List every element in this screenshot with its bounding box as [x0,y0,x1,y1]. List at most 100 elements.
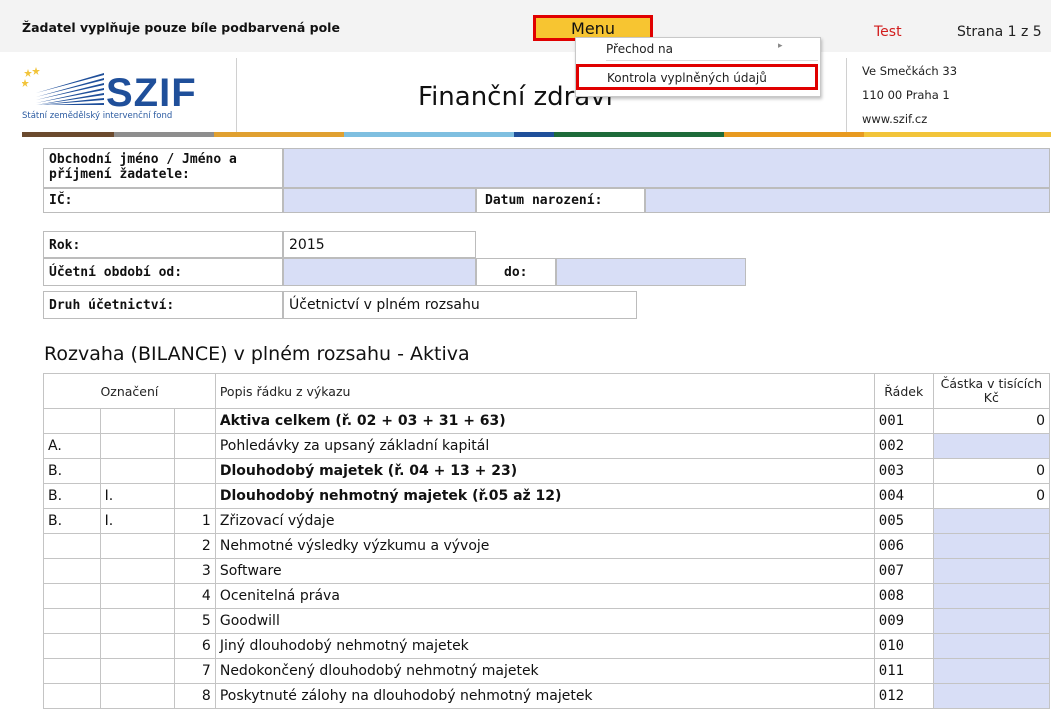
row-number: 005 [873,508,934,534]
type-label: Druh účetnictví: [49,298,175,313]
oznaceni-b [99,558,176,584]
menu-item-kontrola[interactable]: Kontrola vyplněných údajů [576,64,818,90]
page-indicator: Strana 1 z 5 [957,24,1042,40]
oznaceni-a [43,683,101,709]
amount-input[interactable] [932,683,1051,709]
oznaceni-a [43,633,101,659]
top-bar: Žadatel vyplňuje pouze bíle podbarvená p… [0,0,1051,52]
row-description: Software [214,558,875,584]
oznaceni-b [99,633,176,659]
header-castka: Částka v tisících Kč [932,373,1051,409]
oznaceni-c: 7 [174,658,216,684]
row-description: Pohledávky za upsaný základní kapitál [214,433,875,459]
row-description: Goodwill [214,608,875,634]
oznaceni-a [43,583,101,609]
oznaceni-a: B. [43,483,101,509]
row-description: Zřizovací výdaje [214,508,875,534]
amount-input[interactable] [932,533,1051,559]
stripe-segment [214,132,344,137]
row-number: 001 [873,408,934,434]
table-row: 4 Ocenitelná práva 008 [43,583,1051,609]
amount-input[interactable] [932,558,1051,584]
row-description: Poskytnuté zálohy na dlouhodobý nehmotný… [214,683,875,709]
amount-value: 0 [932,483,1051,509]
amount-input[interactable] [932,633,1051,659]
oznaceni-b [99,458,176,484]
table-row: B. I. 1 Zřizovací výdaje 005 [43,508,1051,534]
birth-label: Datum narození: [485,193,603,208]
amount-value: 0 [932,408,1051,434]
oznaceni-c [174,458,216,484]
submenu-arrow-icon: ▸ [778,41,783,51]
stripe-segment [114,132,214,137]
oznaceni-b [99,533,176,559]
row-number: 008 [873,583,934,609]
accounting-type-value[interactable]: Účetnictví v plném rozsahu [283,291,637,319]
header-radek: Řádek [873,373,934,409]
header-oznaceni: Označení [43,373,216,409]
szif-logo: SZIF Státní zemědělský intervenční fond [22,63,242,131]
row-number: 009 [873,608,934,634]
amount-input[interactable] [932,658,1051,684]
oznaceni-b [99,683,176,709]
table-row: 7 Nedokončený dlouhodobý nehmotný majetek… [43,658,1051,684]
oznaceni-a: B. [43,508,101,534]
oznaceni-b [99,433,176,459]
stripe-segment [514,132,554,137]
oznaceni-c: 4 [174,583,216,609]
row-description: Nedokončený dlouhodobý nehmotný majetek [214,658,875,684]
table-row: 6 Jiný dlouhodobý nehmotný majetek 010 [43,633,1051,659]
row-description: Aktiva celkem (ř. 02 + 03 + 31 + 63) [214,408,875,434]
name-label: Obchodní jméno / Jméno a příjmení žadate… [49,152,237,182]
year-label: Rok: [49,238,81,253]
year-value: 2015 [283,231,476,258]
address-street: Ve Smečkách 33 [862,64,958,78]
name-field[interactable] [283,148,1050,188]
row-number: 003 [873,458,934,484]
header-divider [236,58,237,132]
amount-input[interactable] [932,433,1051,459]
section-title: Rozvaha (BILANCE) v plném rozsahu - Akti… [44,343,470,365]
logo-subtitle: Státní zemědělský intervenční fond [22,111,173,121]
table-row: 2 Nehmotné výsledky výzkumu a vývoje 006 [43,533,1051,559]
oznaceni-c: 1 [174,508,216,534]
row-description: Dlouhodobý nehmotný majetek (ř.05 až 12) [214,483,875,509]
table-header-row: Označení Popis řádku z výkazu Řádek Část… [43,373,1051,409]
test-label: Test [874,24,902,40]
stripe-segment [344,132,514,137]
menu-separator [606,60,818,61]
oznaceni-a [43,408,101,434]
ic-label-cell: IČ: [43,188,283,213]
table-row: 5 Goodwill 009 [43,608,1051,634]
header-divider [846,58,847,132]
birth-date-field[interactable] [645,188,1050,213]
address-city: 110 00 Praha 1 [862,88,950,102]
oznaceni-c: 2 [174,533,216,559]
from-label-cell: Účetní období od: [43,258,283,286]
row-number: 012 [873,683,934,709]
logo-text: SZIF [106,71,197,115]
oznaceni-c: 8 [174,683,216,709]
oznaceni-b [99,608,176,634]
period-from-field[interactable] [283,258,476,286]
oznaceni-a: A. [43,433,101,459]
stripe-segment [864,132,1051,137]
oznaceni-a: B. [43,458,101,484]
amount-input[interactable] [932,608,1051,634]
color-stripe [22,132,1051,137]
table-row: 3 Software 007 [43,558,1051,584]
oznaceni-c: 6 [174,633,216,659]
period-to-field[interactable] [556,258,746,286]
amount-input[interactable] [932,583,1051,609]
row-number: 002 [873,433,934,459]
to-label-cell: do: [476,258,556,286]
menu-item-prechod[interactable]: Přechod na [606,40,673,58]
amount-input[interactable] [932,508,1051,534]
oznaceni-c [174,483,216,509]
stripe-segment [554,132,724,137]
to-label: do: [504,265,528,280]
oznaceni-b [99,658,176,684]
ic-field[interactable] [283,188,476,213]
year-label-cell: Rok: [43,231,283,258]
row-description: Dlouhodobý majetek (ř. 04 + 13 + 23) [214,458,875,484]
